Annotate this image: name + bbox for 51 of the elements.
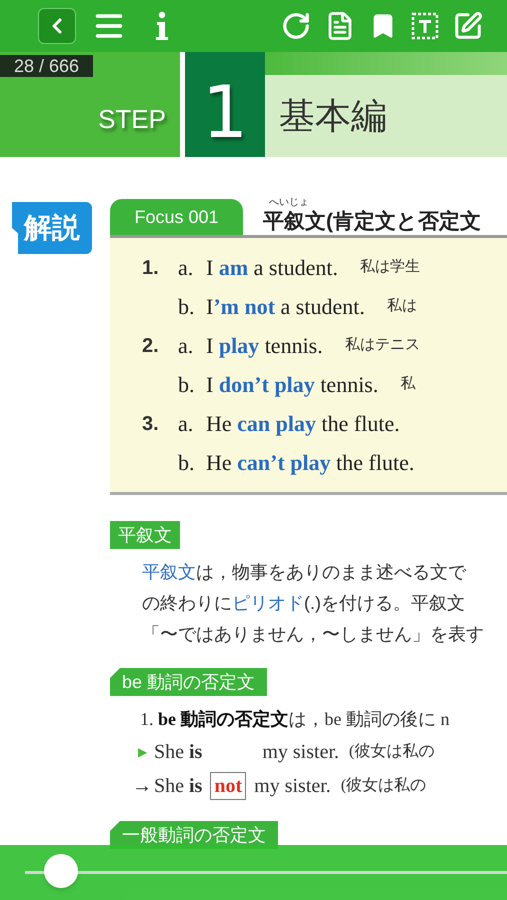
refresh-button[interactable] (281, 11, 311, 41)
step-label: STEP (98, 103, 166, 136)
example-translation: 私はテニス (344, 335, 420, 356)
example-letter: a. (178, 254, 194, 282)
edit-button[interactable] (453, 11, 483, 41)
step-title: 基本編 (279, 94, 387, 138)
example-sentence: I am a student. (206, 254, 338, 282)
example-sentence: I play tennis. (206, 332, 323, 360)
example-translation: (彼女は私の (340, 776, 426, 796)
example-marker: ▶ (137, 744, 148, 761)
example-sentence: He can play the flute. (206, 410, 400, 438)
example-letter: b. (178, 371, 196, 399)
example-letter: a. (178, 332, 194, 360)
example-letter: b. (178, 293, 196, 321)
example-translation: 私 (400, 374, 416, 394)
example-sentence: my sister. (254, 774, 331, 799)
example-number: 2. (142, 334, 160, 358)
example-sentence: my sister. (262, 740, 340, 765)
example-number: 1. (142, 256, 160, 280)
section-heading: be 動詞の否定文 (110, 668, 268, 696)
example-sentence: He can’t play the flute. (206, 449, 414, 477)
example-marker: → (132, 774, 153, 799)
paragraph-text: の終わりにピリオド(.)を付ける。平叙文 (142, 592, 466, 615)
example-sentence: I’m not a student. (206, 293, 365, 321)
section-heading: 平叙文 (110, 521, 180, 549)
step-number: 1 (202, 69, 248, 156)
paragraph-text: 「〜ではありません，〜しません」を表す (142, 623, 485, 646)
back-button[interactable] (38, 8, 76, 44)
example-sentence: She is (154, 774, 202, 799)
example-letter: b. (178, 449, 196, 477)
example-letter: a. (178, 410, 194, 438)
example-sentence: I don’t play tennis. (206, 371, 378, 399)
example-number: 3. (142, 412, 160, 436)
example-translation: 私は学生 (360, 257, 420, 278)
paragraph-text: 1. be 動詞の否定文は，be 動詞の後に n (140, 708, 450, 731)
example-translation: 私は (386, 296, 417, 316)
example-translation: (彼女は私の (349, 742, 434, 762)
inserted-word: not (210, 772, 246, 800)
edit-icon (453, 11, 483, 41)
page-counter: 28 / 666 (0, 55, 94, 77)
text-box-icon (411, 12, 439, 40)
info-icon (155, 11, 169, 41)
text-box-button[interactable] (411, 12, 439, 40)
focus-title: 平叙文(肯定文と否定文 (263, 209, 481, 235)
refresh-icon (281, 11, 311, 41)
explanation-badge: 解説 (12, 202, 92, 254)
slider-thumb[interactable] (44, 854, 78, 888)
focus-tag: Focus 001 (110, 199, 243, 235)
example-sentence: She is (154, 740, 202, 765)
ruby-text: へいじょ (268, 197, 310, 209)
paragraph-text: 平叙文は，物事をありのまま述べる文で (142, 561, 468, 584)
